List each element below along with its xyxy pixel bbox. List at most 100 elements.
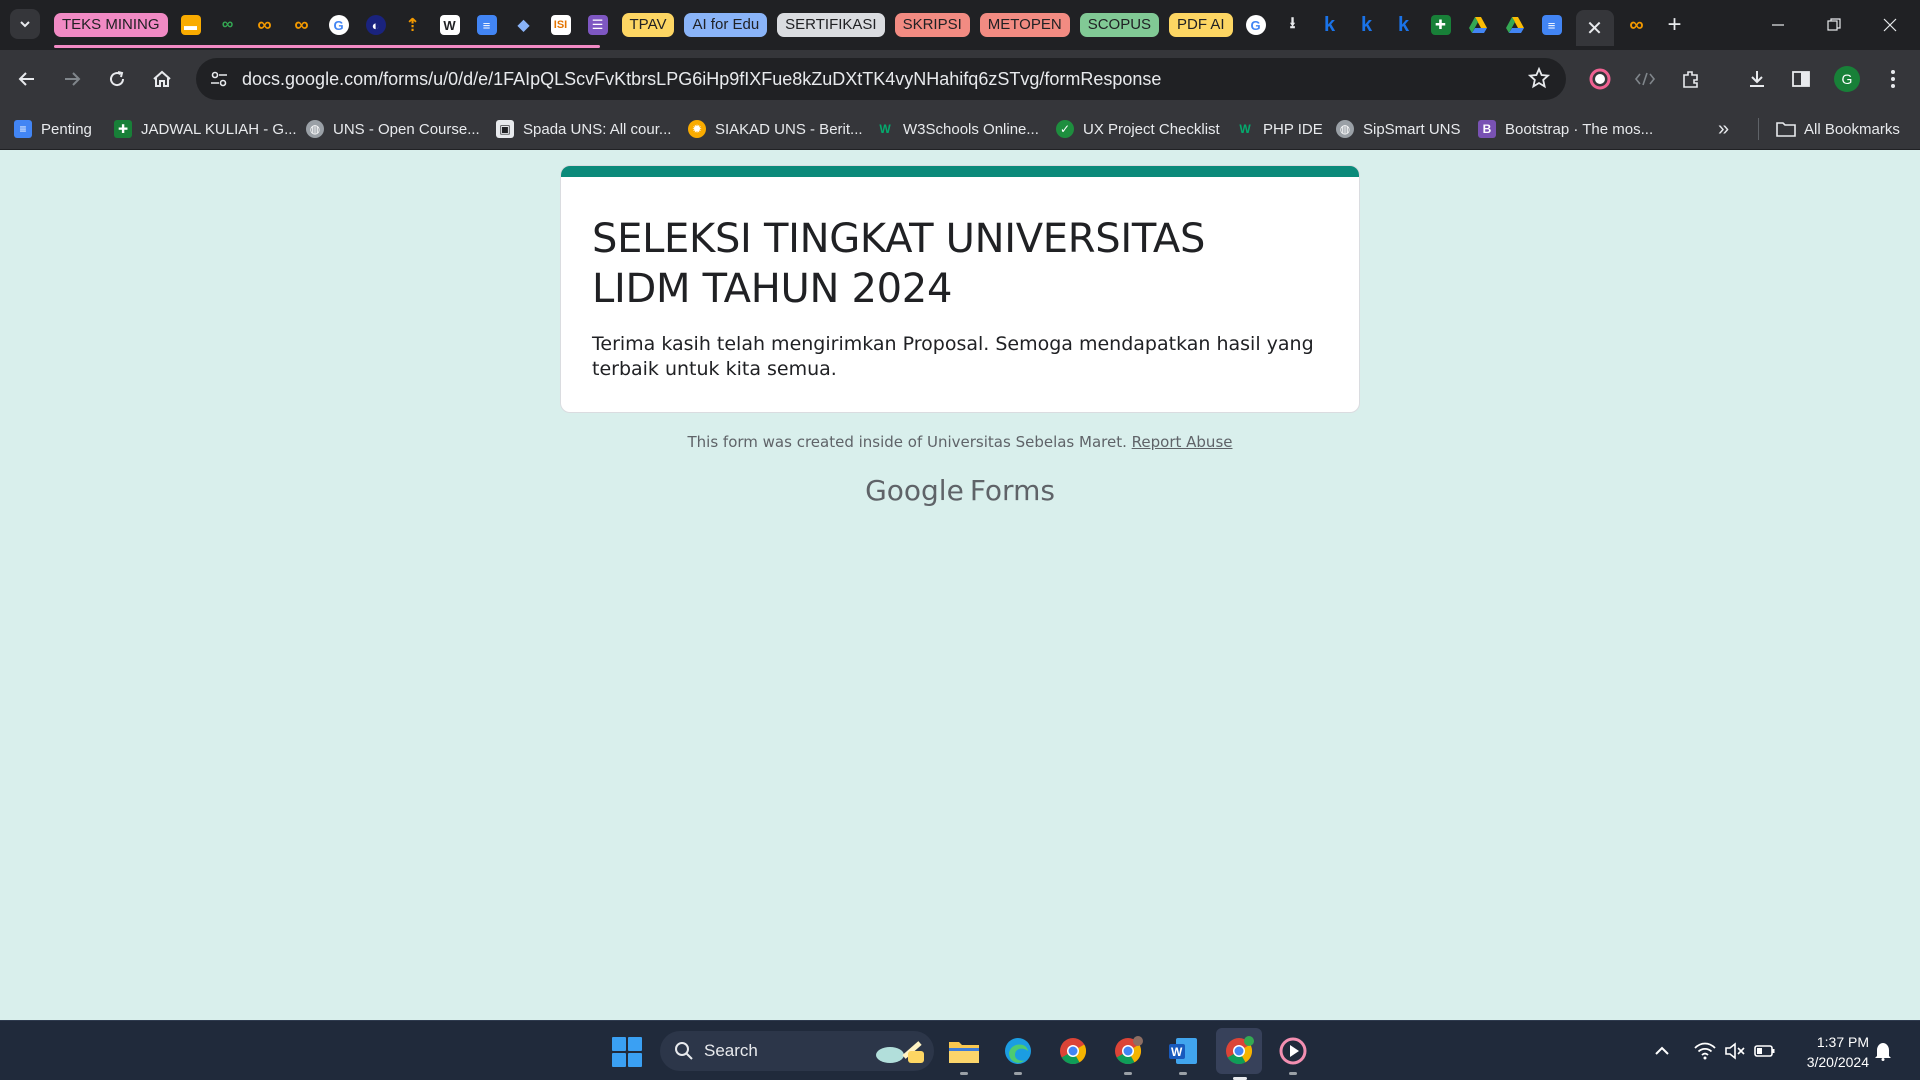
taskbar-file-explorer[interactable] [946, 1033, 982, 1075]
download-icon: ⭳ [1289, 14, 1296, 32]
color-extension-button[interactable] [1585, 64, 1615, 94]
start-button[interactable] [612, 1037, 642, 1067]
bookmark-siakad-uns[interactable]: ✹ SIAKAD UNS - Berit... [688, 116, 863, 142]
search-label: Search [704, 1041, 758, 1060]
notifications-button[interactable] [1874, 1021, 1892, 1080]
show-hidden-icons-button[interactable] [1654, 1021, 1670, 1080]
tab[interactable]: ∞ [215, 12, 241, 38]
tab[interactable]: ▬ [178, 12, 204, 38]
bookmark-uns-open-course[interactable]: ◍ UNS - Open Course... [306, 116, 480, 142]
tab[interactable]: G [1243, 12, 1269, 38]
taskbar-search[interactable]: Search [660, 1031, 934, 1071]
tab-group-scopus[interactable]: SCOPUS [1079, 13, 1160, 37]
bookmark-spada-uns[interactable]: ▣ Spada UNS: All cour... [496, 116, 671, 142]
tab-search-button[interactable] [10, 9, 40, 39]
address-bar[interactable]: docs.google.com/forms/u/0/d/e/1FAIpQLScv… [196, 58, 1566, 100]
close-window-button[interactable] [1862, 0, 1918, 50]
url-text[interactable]: docs.google.com/forms/u/0/d/e/1FAIpQLScv… [242, 69, 1161, 90]
close-tab-icon[interactable]: ✕ [1586, 16, 1603, 41]
extensions-button[interactable] [1676, 64, 1706, 94]
report-abuse-link[interactable]: Report Abuse [1132, 433, 1233, 451]
tab[interactable]: W [437, 12, 463, 38]
wifi-status[interactable] [1694, 1021, 1716, 1080]
tab[interactable]: ≡ [474, 12, 500, 38]
chrome-icon [1226, 1036, 1254, 1065]
siakad-icon: ✹ [688, 120, 706, 138]
tab[interactable]: ◐ [363, 12, 389, 38]
new-tab-button[interactable]: + [1661, 11, 1689, 39]
tab[interactable]: ⇡ [400, 12, 426, 38]
tab[interactable]: ∞ [252, 12, 278, 38]
active-tab[interactable]: ✕ [1575, 10, 1614, 46]
tab[interactable]: ISI [548, 12, 574, 38]
taskbar-edge[interactable] [1000, 1033, 1036, 1075]
taskbar-media-player[interactable] [1275, 1033, 1311, 1075]
arrow-left-icon [18, 72, 34, 86]
tab-group-pdf-ai[interactable]: PDF AI [1169, 13, 1233, 37]
all-bookmarks-button[interactable]: All Bookmarks [1776, 116, 1900, 142]
google-forms-logo[interactable]: Google Forms [560, 474, 1360, 507]
bookmark-bootstrap[interactable]: B Bootstrap · The mos... [1478, 116, 1653, 142]
code-extension-button[interactable] [1630, 64, 1660, 94]
tab[interactable]: ∞ [289, 12, 315, 38]
globe-icon: ◍ [1336, 120, 1354, 138]
bookmark-star-button[interactable] [1527, 66, 1551, 94]
wifi-icon [1694, 1042, 1716, 1060]
system-clock[interactable]: 1:37 PM 3/20/2024 [1785, 1032, 1869, 1072]
tab[interactable]: ∞ [1624, 12, 1650, 38]
bookmark-ux-project-checklist[interactable]: ✓ UX Project Checklist [1056, 116, 1220, 142]
taskbar-chrome-profile[interactable] [1110, 1033, 1146, 1075]
bookmark-php-ide[interactable]: W PHP IDE [1236, 116, 1322, 142]
tab-group-sertifikasi[interactable]: SERTIFIKASI [777, 13, 885, 37]
minimize-button[interactable] [1750, 0, 1806, 50]
volume-status[interactable] [1724, 1021, 1746, 1080]
restore-button[interactable] [1806, 0, 1862, 50]
bookmark-w3schools[interactable]: W W3Schools Online... [876, 116, 1039, 142]
running-indicator [960, 1072, 968, 1075]
bookmark-sipsmart-uns[interactable]: ◍ SipSmart UNS [1336, 116, 1461, 142]
tab[interactable]: ☰ [585, 12, 611, 38]
windows-logo-icon [628, 1053, 642, 1067]
home-button[interactable] [147, 64, 177, 94]
bookmark-penting[interactable]: ≡ Penting [14, 116, 92, 142]
reload-button[interactable] [102, 64, 132, 94]
tab[interactable]: ✚ [1428, 12, 1454, 38]
close-icon [1883, 18, 1897, 32]
site-info-icon[interactable] [208, 68, 230, 90]
infinity-icon: ∞ [1629, 13, 1644, 36]
bookmark-jadwal-kuliah[interactable]: ✚ JADWAL KULIAH - G... [114, 116, 297, 142]
tab-group-skripsi[interactable]: SKRIPSI [894, 13, 970, 37]
battery-status[interactable] [1754, 1021, 1776, 1080]
bookmark-label: Bootstrap · The mos... [1505, 120, 1654, 138]
tab[interactable]: ◆ [511, 12, 537, 38]
tune-icon [211, 71, 227, 87]
taskbar-chrome[interactable] [1055, 1033, 1091, 1069]
tab[interactable] [1465, 12, 1491, 38]
tab-group-tpav[interactable]: TPAV [621, 13, 675, 37]
tab[interactable]: k [1354, 12, 1380, 38]
tab[interactable]: G [326, 12, 352, 38]
docs-icon: ≡ [14, 120, 32, 138]
tab-group-ai-for-edu[interactable]: AI for Edu [684, 13, 768, 37]
tab[interactable]: ⭳ [1280, 12, 1306, 38]
tab[interactable] [1502, 12, 1528, 38]
taskbar-chrome-active[interactable] [1216, 1028, 1262, 1080]
side-panel-icon [1792, 71, 1810, 87]
tab[interactable]: ≡ [1539, 12, 1565, 38]
more-bookmarks-button[interactable]: » [1718, 116, 1729, 142]
tab-group-metopen[interactable]: METOPEN [979, 13, 1070, 37]
side-panel-button[interactable] [1786, 64, 1816, 94]
back-button[interactable] [12, 64, 42, 94]
form-footer-note: This form was created inside of Universi… [560, 433, 1360, 451]
downloads-button[interactable] [1742, 64, 1772, 94]
tab-group-teks-mining[interactable]: TEKS MINING [54, 13, 168, 37]
profile-avatar[interactable]: G [1834, 66, 1860, 92]
tab[interactable]: k [1391, 12, 1417, 38]
tab[interactable]: k [1317, 12, 1343, 38]
forward-button[interactable] [57, 64, 87, 94]
taskbar-word[interactable]: W [1165, 1033, 1201, 1075]
form-confirmation-card: SELEKSI TINGKAT UNIVERSITAS LIDM TAHUN 2… [560, 165, 1360, 413]
browser-menu-button[interactable] [1878, 64, 1908, 94]
play-icon [1279, 1037, 1307, 1065]
bookmark-label: Penting [41, 120, 92, 138]
